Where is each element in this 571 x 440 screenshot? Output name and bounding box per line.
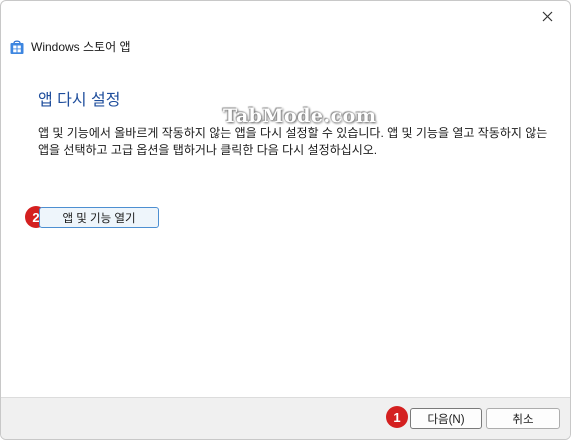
window-title: Windows 스토어 앱: [31, 40, 131, 54]
next-button[interactable]: 다음(N): [410, 408, 482, 429]
description-text: 앱 및 기능에서 올바르게 작동하지 않는 앱을 다시 설정할 수 있습니다. …: [38, 126, 548, 157]
close-button[interactable]: [532, 5, 562, 27]
title-bar: Windows 스토어 앱: [9, 38, 131, 55]
close-icon: [542, 11, 552, 21]
cancel-button[interactable]: 취소: [486, 408, 560, 429]
wizard-window: Windows 스토어 앱 앱 다시 설정 앱 및 기능에서 올바르게 작동하지…: [0, 0, 571, 440]
step-marker-1: 1: [386, 406, 408, 428]
windows-store-app-icon: [10, 39, 24, 54]
watermark: TabMode.com: [223, 105, 377, 127]
open-apps-features-button[interactable]: 앱 및 기능 열기: [39, 207, 159, 228]
footer-bar: 1 다음(N) 취소: [1, 397, 570, 439]
page-title: 앱 다시 설정: [38, 92, 121, 109]
